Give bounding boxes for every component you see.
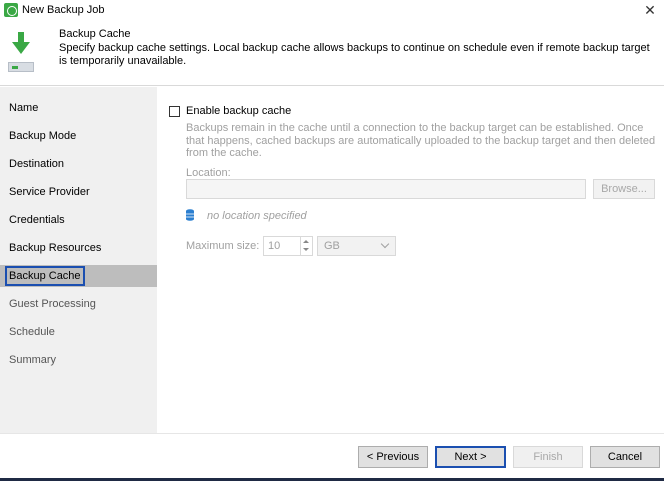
location-input[interactable] [186,179,586,199]
cache-info-text: Backups remain in the cache until a conn… [186,122,656,159]
step-schedule[interactable]: Schedule [0,321,157,343]
max-size-value: 10 [268,240,281,252]
stepper-buttons[interactable] [300,237,312,255]
step-backup-cache[interactable]: Backup Cache [0,265,157,287]
database-icon [186,209,194,221]
stepper-down-icon[interactable] [303,248,309,251]
enable-cache-label[interactable]: Enable backup cache [186,105,291,117]
size-unit-value: GB [324,240,340,252]
device-icon [8,62,34,72]
step-label: Backup Mode [9,130,77,142]
step-label: Backup Cache [5,266,85,286]
step-label: Schedule [9,326,55,338]
close-button[interactable]: ✕ [636,0,664,22]
green-arrow-icon [12,32,30,54]
step-backup-resources[interactable]: Backup Resources [0,237,157,259]
wizard-steps-nav: Name Backup Mode Destination Service Pro… [0,87,157,433]
backup-cache-settings: Enable backup cache Backups remain in th… [157,87,664,433]
title-bar: New Backup Job ✕ [0,0,664,22]
location-label: Location: [186,167,231,179]
page-title: Backup Cache [59,28,131,40]
step-summary[interactable]: Summary [0,349,157,371]
backup-download-icon [8,32,34,72]
step-name[interactable]: Name [0,97,157,119]
step-label: Name [9,102,39,114]
browse-button[interactable]: Browse... [593,179,655,199]
step-label: Guest Processing [9,298,96,310]
page-description: Specify backup cache settings. Local bac… [59,42,650,67]
size-unit-select[interactable]: GB [317,236,396,256]
step-label: Backup Resources [9,242,102,254]
step-label: Destination [9,158,65,170]
chevron-down-icon [380,239,390,249]
step-destination[interactable]: Destination [0,153,157,175]
previous-button[interactable]: < Previous [358,446,428,468]
step-guest-processing[interactable]: Guest Processing [0,293,157,315]
max-size-label: Maximum size: [186,240,260,252]
step-label: Credentials [9,214,65,226]
wizard-header: Backup Cache Specify backup cache settin… [0,22,664,86]
finish-button[interactable]: Finish [513,446,583,468]
enable-cache-checkbox[interactable] [169,106,180,117]
step-credentials[interactable]: Credentials [0,209,157,231]
cancel-button[interactable]: Cancel [590,446,660,468]
max-size-stepper[interactable]: 10 [263,236,313,256]
step-service-provider[interactable]: Service Provider [0,181,157,203]
step-label: Service Provider [9,186,90,198]
next-button[interactable]: Next > [435,446,506,468]
wizard-footer: < Previous Next > Finish Cancel [0,433,664,478]
window-title: New Backup Job [22,4,105,16]
stepper-up-icon[interactable] [303,240,309,243]
step-backup-mode[interactable]: Backup Mode [0,125,157,147]
no-location-text: no location specified [207,210,307,222]
step-label: Summary [9,354,57,366]
veeam-app-icon [4,3,18,17]
